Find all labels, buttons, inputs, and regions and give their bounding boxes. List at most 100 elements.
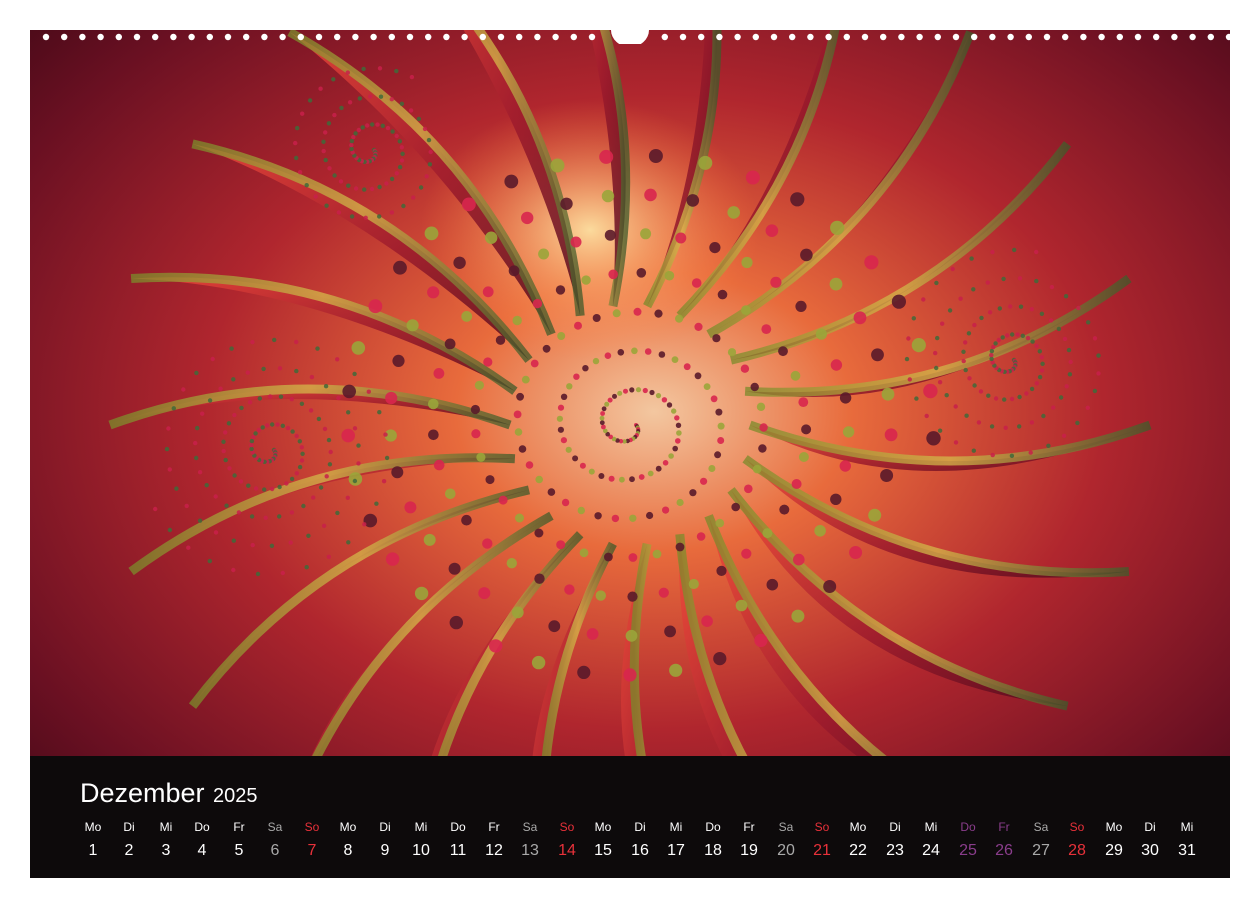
spiral-jewel: [582, 365, 589, 372]
day-number: 11: [449, 842, 467, 859]
side-spiral-jewel: [370, 122, 375, 127]
side-spiral-jewel: [1020, 333, 1025, 338]
side-spiral-jewel: [1046, 443, 1051, 448]
day-number: 23: [886, 842, 904, 859]
binding-hole: [1171, 33, 1178, 41]
weekday-label: Di: [123, 820, 135, 834]
side-spiral-jewel: [401, 203, 406, 209]
side-spiral-jewel: [171, 406, 176, 411]
spiral-jewel: [628, 553, 638, 562]
side-spiral-jewel: [323, 130, 328, 135]
day-cell: Do 4: [184, 818, 220, 864]
side-spiral-jewel: [411, 195, 416, 200]
spiral-jewel: [849, 546, 863, 559]
spiral-jewel: [478, 587, 491, 600]
spiral-jewel: [633, 307, 642, 316]
side-spiral-jewel: [315, 346, 320, 351]
day-cell: Fr 12: [476, 818, 512, 864]
side-spiral-jewel: [226, 421, 232, 426]
spiral-jewel: [648, 149, 663, 163]
day-cell: Sa 13: [512, 818, 548, 864]
weekday-label: Fr: [743, 820, 755, 834]
spiral-jewel: [471, 429, 481, 439]
spiral-jewel: [482, 538, 493, 549]
side-spiral-jewel: [207, 398, 213, 403]
day-cell: Sa 27: [1023, 818, 1059, 864]
side-spiral-jewel: [299, 401, 305, 406]
side-spiral-jewel: [1029, 307, 1034, 312]
spiral-jewel: [461, 311, 473, 322]
binding-hole: [1116, 33, 1124, 41]
side-spiral-jewel: [1096, 371, 1101, 376]
side-spiral-jewel: [260, 425, 265, 430]
side-spiral-jewel: [352, 426, 358, 431]
spiral-jewel: [445, 488, 456, 500]
side-spiral-jewel: [294, 471, 299, 476]
spiral-jewel: [600, 411, 605, 416]
spiral-jewel: [689, 489, 697, 497]
weekday-label: Do: [194, 820, 210, 834]
side-spiral-jewel: [989, 352, 994, 358]
spiral-jewel: [427, 286, 440, 299]
side-spiral-jewel: [249, 438, 255, 444]
side-spiral-jewel: [299, 458, 305, 463]
spiral-jewel: [790, 192, 805, 207]
spiral-jewel: [830, 493, 842, 505]
day-cell: Mi 10: [403, 818, 439, 864]
side-spiral-jewel: [275, 422, 280, 427]
side-spiral-jewel: [1010, 332, 1015, 337]
side-spiral-jewel: [924, 413, 929, 419]
spiral-jewel: [572, 455, 579, 462]
spiral-jewel: [474, 380, 484, 390]
spiral-jewel: [741, 548, 752, 559]
day-strip: Mo 1 Di 2 Mi 3 Do 4 Fr 5 Sa 6 So 7 Mo 8 Di 9 Mi 10 Do 11 Fr 12 S…: [75, 818, 1205, 868]
side-spiral-jewel: [307, 98, 313, 103]
side-spiral-jewel: [950, 266, 955, 272]
side-spiral-jewel: [397, 164, 403, 170]
spiral-jewel: [428, 429, 439, 441]
day-cell: Mo 15: [585, 818, 621, 864]
side-spiral-jewel: [245, 370, 250, 375]
binding-hole: [133, 33, 141, 41]
side-spiral-jewel: [385, 125, 391, 131]
side-spiral-jewel: [377, 184, 382, 190]
weekday-label: Di: [379, 820, 391, 834]
binding-hole: [461, 33, 468, 41]
spiral-jewel: [652, 549, 662, 559]
day-cell: Mo 1: [75, 818, 111, 864]
side-spiral-jewel: [218, 386, 223, 391]
side-spiral-jewel: [269, 486, 275, 492]
side-spiral-jewel: [934, 365, 939, 371]
day-cell: Do 18: [695, 818, 731, 864]
binding-hole: [989, 33, 996, 41]
spiral-jewel: [601, 189, 615, 203]
spiral-jewel: [586, 628, 599, 640]
spiral-jewel: [727, 206, 740, 219]
side-spiral-jewel: [174, 486, 179, 491]
spiral-jewel: [638, 474, 645, 480]
spiral-jewel: [560, 437, 568, 444]
spiral-jewel: [655, 393, 662, 399]
side-spiral-jewel: [326, 121, 332, 126]
spiral-jewel: [351, 341, 366, 355]
side-spiral-jewel: [311, 495, 316, 500]
weekday-label: Mo: [84, 820, 102, 834]
spiral-jewel: [556, 415, 564, 422]
side-spiral-jewel: [991, 344, 996, 350]
side-spiral-jewel: [961, 349, 966, 354]
weekday-label: Di: [634, 820, 646, 834]
side-spiral-jewel: [1005, 333, 1010, 338]
spiral-jewel: [485, 475, 495, 485]
binding-hole: [1098, 33, 1105, 41]
side-spiral-jewel: [1001, 276, 1006, 282]
spiral-jewel: [868, 508, 882, 522]
spiral-jewel: [675, 422, 682, 428]
side-spiral-jewel: [934, 280, 939, 286]
spiral-jewel: [385, 552, 400, 566]
weekday-label: Fr: [233, 820, 245, 834]
side-spiral-jewel: [255, 571, 261, 577]
side-spiral-jewel: [321, 139, 326, 144]
binding-hole: [443, 33, 450, 41]
weekday-label: Do: [960, 820, 976, 834]
spiral-jewel: [756, 402, 766, 411]
